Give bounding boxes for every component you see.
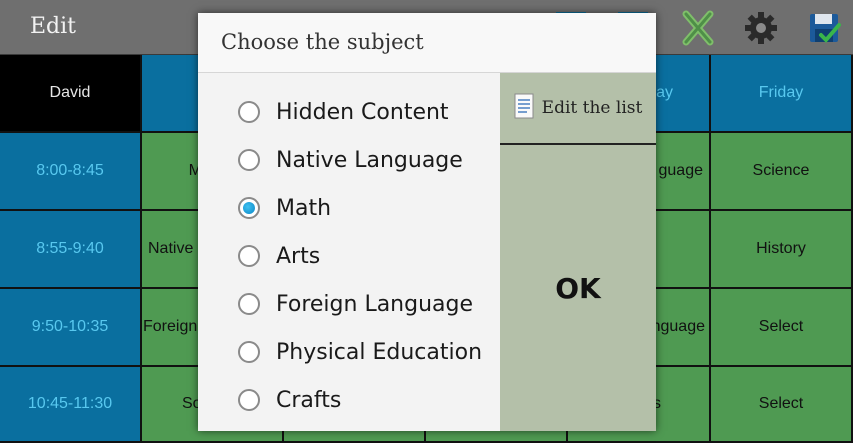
time-slot[interactable]: 9:50-10:35 xyxy=(0,289,142,367)
edit-list-label: Edit the list xyxy=(541,98,643,118)
subject-option-label: Physical Education xyxy=(276,339,483,365)
radio-button[interactable] xyxy=(238,101,260,123)
time-slot[interactable]: 8:00-8:45 xyxy=(0,133,142,211)
dialog-side-panel: Edit the list OK xyxy=(500,73,656,431)
subject-option-label: Arts xyxy=(276,243,321,269)
subject-cell[interactable]: Science xyxy=(711,133,853,211)
student-name: David xyxy=(0,55,142,133)
radio-button[interactable] xyxy=(238,149,260,171)
subject-option-label: Native Language xyxy=(276,147,463,173)
subject-cell[interactable]: History xyxy=(711,211,853,289)
subject-option[interactable]: Native Language xyxy=(238,140,498,180)
subject-option[interactable]: Foreign Language xyxy=(238,284,498,324)
subject-cell[interactable]: Select xyxy=(711,289,853,367)
cancel-x-icon[interactable] xyxy=(678,8,718,48)
subject-option-label: Math xyxy=(276,195,332,221)
subject-option[interactable]: Crafts xyxy=(238,380,498,420)
subject-option-label: Foreign Language xyxy=(276,291,474,317)
radio-button[interactable] xyxy=(238,293,260,315)
dialog-title: Choose the subject xyxy=(221,30,424,54)
subject-option[interactable]: Physical Education xyxy=(238,332,498,372)
radio-button[interactable] xyxy=(238,245,260,267)
radio-button[interactable] xyxy=(238,341,260,363)
choose-subject-dialog: Choose the subject Hidden Content Native… xyxy=(198,13,656,431)
subject-option-label: Hidden Content xyxy=(276,99,449,125)
ok-button[interactable]: OK xyxy=(500,145,656,431)
dialog-title-bar: Choose the subject xyxy=(198,13,656,73)
settings-gear-icon[interactable] xyxy=(741,8,781,48)
edit-list-button[interactable]: Edit the list xyxy=(500,73,656,145)
subject-options-list: Hidden Content Native Language Math Arts… xyxy=(198,73,500,431)
subject-option[interactable]: Arts xyxy=(238,236,498,276)
document-list-icon xyxy=(514,93,534,123)
subject-option[interactable]: Math xyxy=(238,188,498,228)
save-disk-icon[interactable] xyxy=(804,8,844,48)
subject-option-label: Crafts xyxy=(276,387,342,413)
screen-title: Edit xyxy=(30,14,77,39)
subject-option[interactable]: Hidden Content xyxy=(238,92,498,132)
radio-button-selected[interactable] xyxy=(238,197,260,219)
day-header: Friday xyxy=(711,55,853,133)
time-slot[interactable]: 10:45-11:30 xyxy=(0,367,142,443)
radio-button[interactable] xyxy=(238,389,260,411)
time-slot[interactable]: 8:55-9:40 xyxy=(0,211,142,289)
subject-cell[interactable]: Select xyxy=(711,367,853,443)
